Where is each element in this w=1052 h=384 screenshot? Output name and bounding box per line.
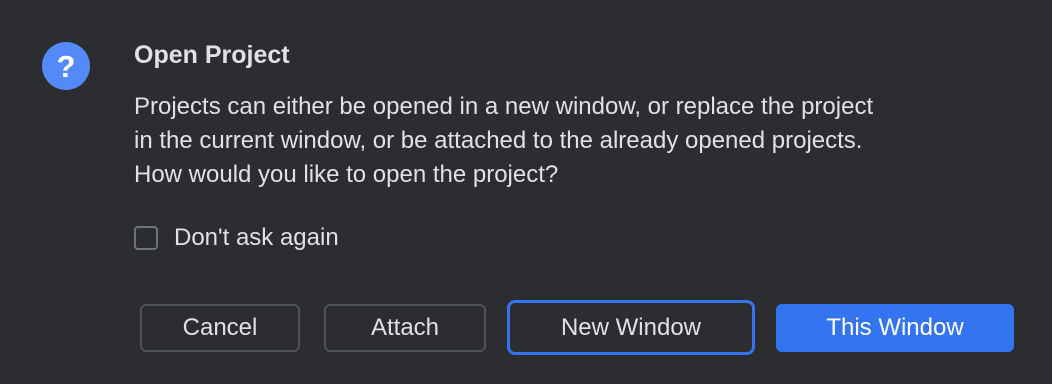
message-line-3: How would you like to open the project? [134,161,559,188]
open-project-dialog: ? Open Project Projects can either be op… [0,0,1052,384]
attach-button[interactable]: Attach [324,304,486,352]
dont-ask-again-checkbox[interactable] [134,226,158,250]
this-window-button[interactable]: This Window [776,304,1014,352]
question-glyph: ? [56,48,76,84]
question-icon: ? [42,42,90,90]
dialog-title: Open Project [134,41,290,69]
new-window-button[interactable]: New Window [507,300,755,355]
dont-ask-again-label[interactable]: Don't ask again [174,224,339,252]
message-line-2: in the current window, or be attached to… [134,127,863,154]
dont-ask-again-option[interactable]: Don't ask again [134,224,339,252]
cancel-button[interactable]: Cancel [140,304,300,352]
dialog-message: Projects can either be opened in a new w… [134,90,1024,192]
message-line-1: Projects can either be opened in a new w… [134,93,874,120]
